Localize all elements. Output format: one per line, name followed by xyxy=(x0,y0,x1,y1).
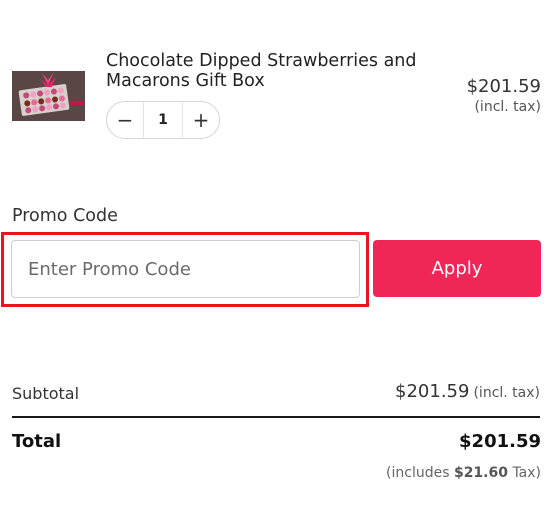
minus-icon: − xyxy=(116,108,134,132)
total-label: Total xyxy=(12,431,62,452)
promo-code-label: Promo Code xyxy=(12,206,118,226)
item-price-tax-note: (incl. tax) xyxy=(474,99,541,115)
decrease-quantity-button[interactable]: − xyxy=(107,102,143,138)
total-tax-note: (includes $21.60 Tax) xyxy=(386,465,541,481)
quantity-stepper: − 1 + xyxy=(106,101,220,139)
subtotal-tax-note: (incl. tax) xyxy=(473,385,540,401)
quantity-value[interactable]: 1 xyxy=(143,102,183,138)
subtotal-amount: $201.59 (incl. tax) xyxy=(395,381,540,402)
gift-box-image xyxy=(12,71,85,121)
tax-amount: $21.60 xyxy=(453,465,508,481)
tax-note-prefix: (includes xyxy=(386,465,450,481)
item-price-block: $201.59 (incl. tax) xyxy=(467,76,541,116)
promo-code-input[interactable] xyxy=(11,240,360,298)
subtotal-label: Subtotal xyxy=(12,384,80,403)
subtotal-row: Subtotal $201.59 (incl. tax) xyxy=(12,381,540,407)
summary-divider xyxy=(12,416,540,418)
apply-promo-button[interactable]: Apply xyxy=(373,240,541,297)
item-price: $201.59 xyxy=(466,76,541,97)
subtotal-value: $201.59 xyxy=(395,381,470,402)
increase-quantity-button[interactable]: + xyxy=(183,102,219,138)
total-value: $201.59 xyxy=(459,431,541,452)
product-thumbnail[interactable] xyxy=(12,71,85,121)
tax-note-suffix: Tax) xyxy=(512,465,541,481)
plus-icon: + xyxy=(192,108,210,132)
product-name[interactable]: Chocolate Dipped Strawberries and Macaro… xyxy=(106,51,436,91)
